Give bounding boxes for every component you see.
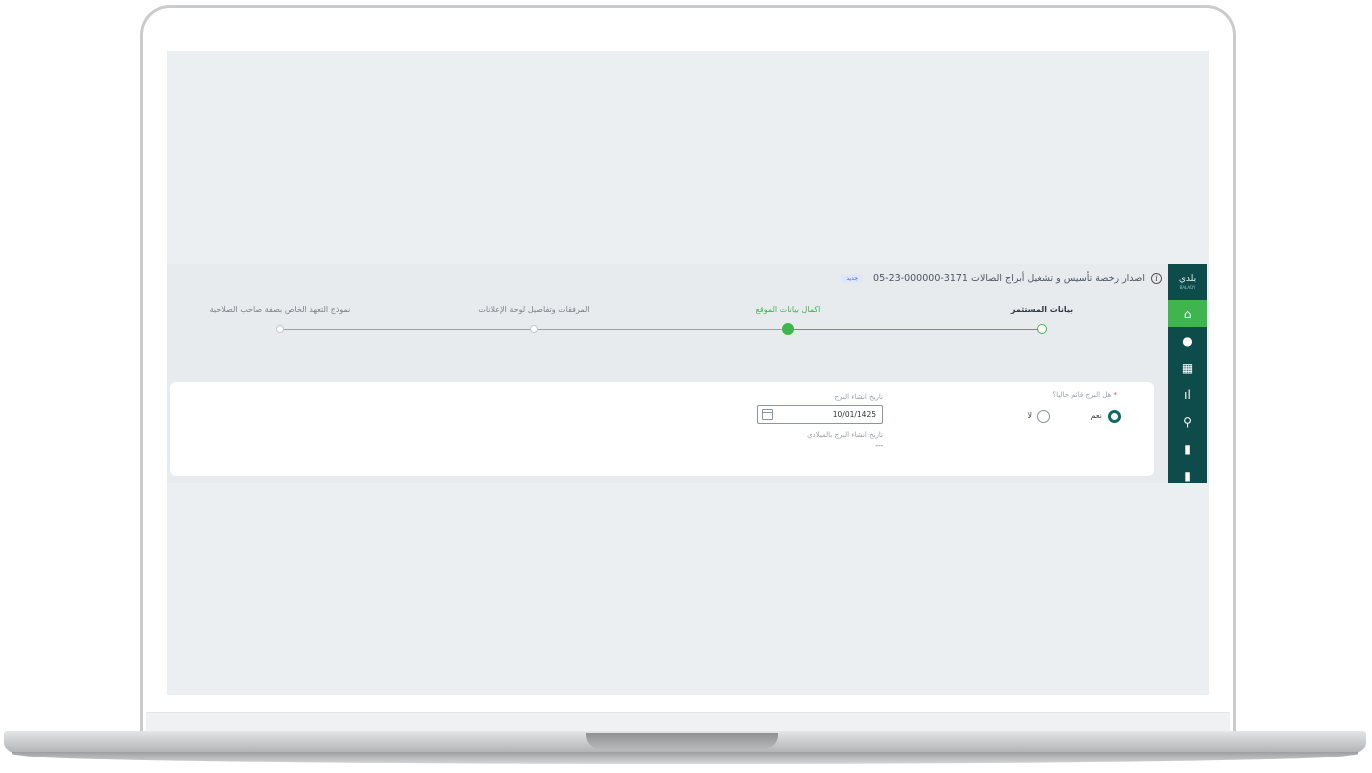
document-icon: ▮ [1184, 441, 1191, 456]
step-dot-4[interactable] [276, 325, 284, 333]
laptop-base-edge [12, 752, 1358, 764]
progress-stepper: بيانات المستثمر اكمال بيانات الموقع المر… [167, 294, 1168, 344]
build-date-greg-value: --- [875, 442, 883, 450]
globe-icon: ● [1182, 333, 1193, 348]
sidebar-item-globe-icon[interactable]: ● [1168, 327, 1207, 354]
step-dot-3[interactable] [530, 325, 538, 333]
screen: بلدي BALADY ⌂ ● ▦ ıl ⚲ ▮ ▮ i اصدار رخصة تأسيس … [167, 51, 1209, 695]
home-icon: ⌂ [1183, 306, 1192, 321]
chart-icon: ıl [1184, 387, 1191, 402]
status-badge: جديد [841, 273, 864, 283]
grid-icon: ▦ [1181, 360, 1194, 375]
radio-no-label: لا [1027, 411, 1032, 420]
step-label-2[interactable]: اكمال بيانات الموقع [756, 305, 821, 314]
document-icon: ▮ [1184, 468, 1191, 483]
step-dot-1[interactable] [1037, 324, 1047, 334]
search-icon: ⚲ [1183, 414, 1192, 429]
logo-text: بلدي [1178, 273, 1197, 284]
radio-yes[interactable] [1108, 410, 1121, 423]
sidebar-item-document-icon[interactable]: ▮ [1168, 435, 1207, 462]
page-title: اصدار رخصة تأسيس و تشغيل أبراج الصالات 3… [873, 272, 1145, 284]
build-date-label: تاريخ انشاء البرج [834, 393, 883, 401]
build-date-value: 10/01/1425 [832, 410, 876, 419]
question-label: * هل البرج قائم حاليا؟ [1052, 391, 1117, 399]
step-label-1[interactable]: بيانات المستثمر [1011, 305, 1073, 314]
sidebar-item-document-icon[interactable]: ▮ [1168, 462, 1207, 489]
build-date-input[interactable]: 10/01/1425 [757, 405, 883, 424]
balady-logo[interactable]: بلدي BALADY [1168, 264, 1207, 300]
calendar-icon[interactable] [762, 409, 773, 420]
app-window: بلدي BALADY ⌂ ● ▦ ıl ⚲ ▮ ▮ i اصدار رخصة تأسيس … [167, 264, 1207, 483]
logo-subtext: BALADY [1179, 284, 1196, 290]
step-line-done [788, 329, 1042, 330]
laptop-notch [586, 733, 778, 749]
build-date-greg-label: تاريخ انشاء البرج بالميلادي [807, 431, 883, 439]
question-text: هل البرج قائم حاليا؟ [1052, 391, 1112, 399]
info-icon[interactable]: i [1151, 272, 1162, 284]
page-header: i اصدار رخصة تأسيس و تشغيل أبراج الصالات… [841, 269, 1168, 287]
sidebar-item-chart-icon[interactable]: ıl [1168, 381, 1207, 408]
step-label-4[interactable]: نموذج التعهد الخاص بصفة صاحب الصلاحية [210, 305, 351, 314]
step-dot-2[interactable] [782, 323, 794, 335]
step-label-3[interactable]: المرفقات وتفاصيل لوحة الإعلانات [478, 305, 589, 314]
sidebar-item-home-icon[interactable]: ⌂ [1168, 300, 1207, 327]
radio-no[interactable] [1037, 410, 1050, 423]
sidebar-item-grid-icon[interactable]: ▦ [1168, 354, 1207, 381]
sidebar-item-search-icon[interactable]: ⚲ [1168, 408, 1207, 435]
required-mark: * [1113, 391, 1118, 399]
form-card: * هل البرج قائم حاليا؟ نعم لا تاريخ انشا… [170, 382, 1154, 476]
sidebar: بلدي BALADY ⌂ ● ▦ ıl ⚲ ▮ ▮ [1168, 264, 1207, 483]
radio-yes-label: نعم [1090, 411, 1102, 420]
